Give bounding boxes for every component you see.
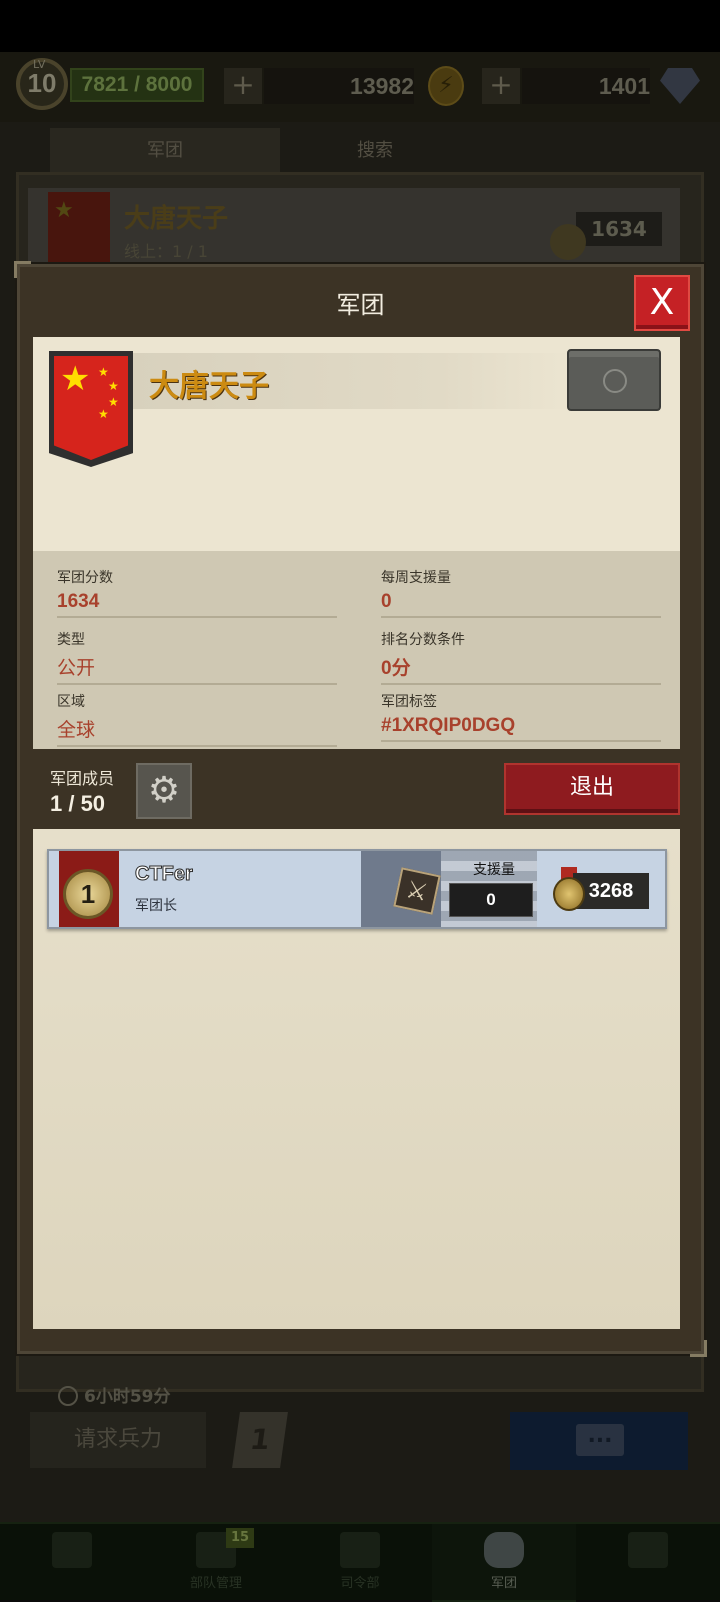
members-label: 军团成员: [50, 769, 115, 788]
stat-legion-tag: 军团标签 #1XRQIP0DGQ: [381, 691, 661, 742]
rank-medal-icon: 1: [63, 869, 113, 919]
legion-info-card: 大唐天子 ★ ★ ★ ★ ★ 军团分数 1634 每周支援量 0 类型 公开 排…: [33, 337, 680, 749]
stat-region: 区域 全球: [57, 691, 337, 747]
stat-weekly-support: 每周支援量 0: [381, 567, 661, 618]
support-value: 0: [449, 883, 533, 917]
close-button[interactable]: X: [634, 275, 690, 331]
dialog-title: 军团: [336, 291, 385, 319]
stat-legion-score: 军团分数 1634: [57, 567, 337, 618]
crossed-swords-icon: ⚔: [393, 867, 441, 915]
member-name: CTFer: [135, 863, 194, 886]
legion-name: 大唐天子: [149, 369, 269, 404]
members-count: 1 / 50: [50, 791, 106, 816]
legion-stats: 军团分数 1634 每周支援量 0 类型 公开 排名分数条件 0分 区域 全球 …: [33, 551, 680, 749]
member-role: 军团长: [135, 898, 177, 914]
legion-flag-icon: ★ ★ ★ ★ ★: [49, 351, 133, 467]
exit-legion-button[interactable]: 退出: [504, 763, 680, 815]
stat-rank-requirement: 排名分数条件 0分: [381, 629, 661, 685]
medal-icon: [553, 877, 585, 911]
legion-chest-icon[interactable]: [567, 349, 661, 411]
legion-header: 大唐天子 ★ ★ ★ ★ ★: [33, 337, 680, 551]
support-label: 支援量: [473, 862, 515, 878]
stat-type: 类型 公开: [57, 629, 337, 685]
star-icon: ★: [60, 359, 91, 399]
settings-gear-button[interactable]: ⚙: [136, 763, 192, 819]
member-list: 1 CTFer 军团长 ⚔ 支援量 0 3268: [33, 829, 680, 1329]
member-row[interactable]: 1 CTFer 军团长 ⚔ 支援量 0 3268: [47, 849, 667, 929]
legion-info-dialog: 军团 X 大唐天子 ★ ★ ★ ★ ★ 军团分数 1634 每周支援量 0 类型…: [14, 261, 707, 1357]
